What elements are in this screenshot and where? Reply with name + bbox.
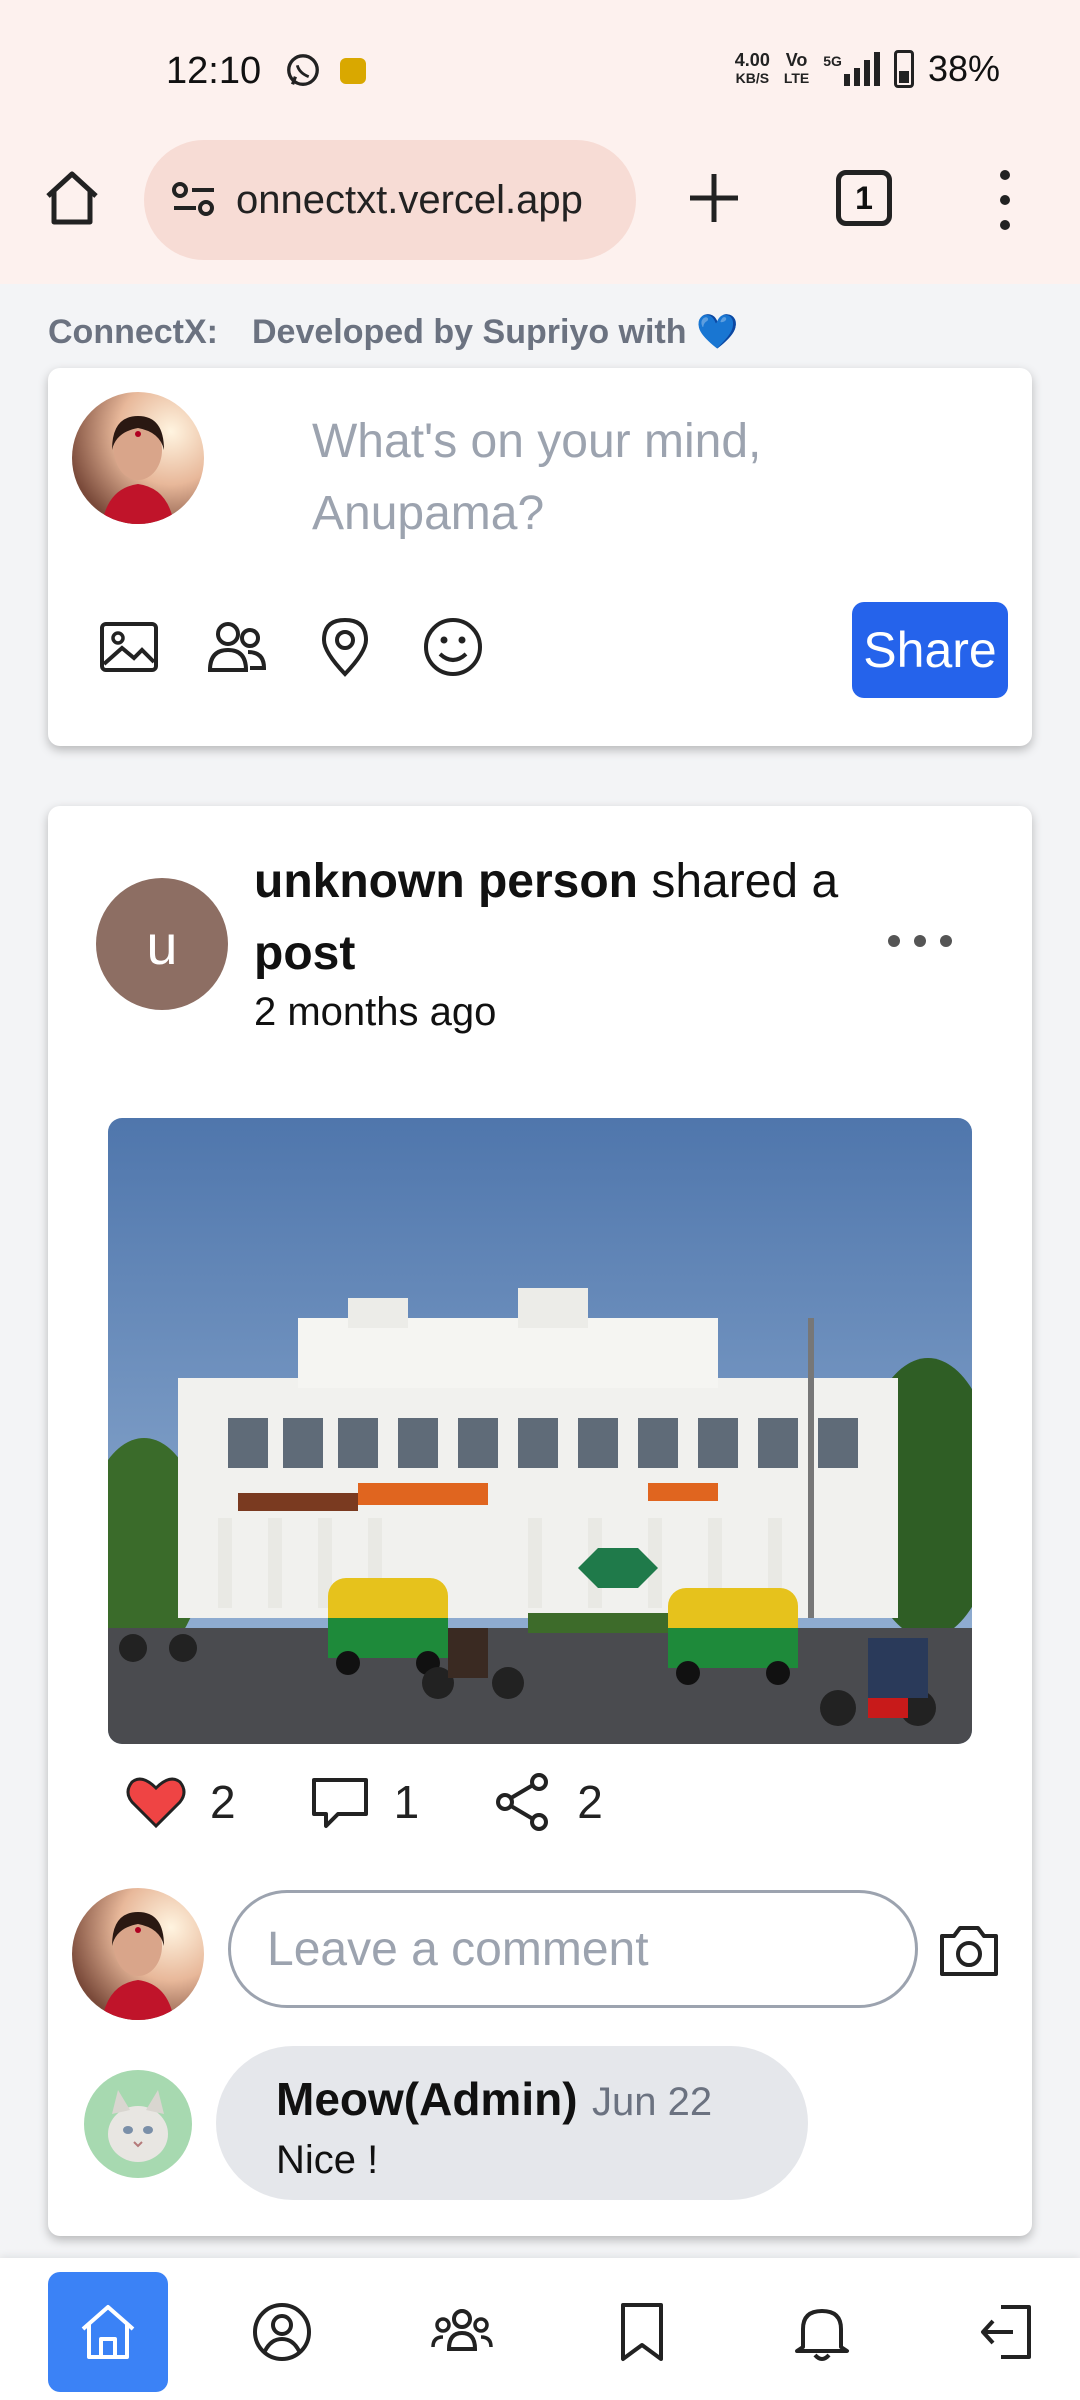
tab-switcher-button[interactable]: 1 [836,170,892,226]
nav-bookmarks[interactable] [582,2272,702,2392]
comment-date: Jun 22 [591,2080,713,2124]
post-image[interactable] [108,1118,972,1744]
emoji-icon[interactable] [420,614,486,680]
notifications-icon [795,2309,849,2361]
logout-icon [981,2305,1031,2359]
like-button[interactable]: 2 [124,1770,236,1834]
battery-icon [893,50,914,88]
camera-icon[interactable] [936,1920,1002,1980]
like-count: 2 [210,1776,236,1828]
post-input[interactable]: What's on your mind, Anupama? [312,406,892,550]
share-post-button[interactable]: 2 [491,1770,603,1834]
comment-bubble: Meow(Admin) Jun 22 Nice ! [216,2046,808,2200]
comment-count: 1 [393,1776,420,1828]
address-bar[interactable]: onnectxt.vercel.app [144,140,636,260]
url-text: onnectxt.vercel.app [236,177,583,222]
post-card: u unknown person shared a post 2 months … [48,806,1032,2236]
more-options-icon[interactable] [888,926,952,956]
commenter-name[interactable]: Meow(Admin) [276,2073,578,2125]
comment-button[interactable]: 1 [308,1770,420,1834]
heart-icon [126,1777,186,1829]
browser-toolbar: onnectxt.vercel.app 1 [0,140,1080,284]
post-header: unknown person shared a post [254,846,874,990]
bookmark-icon [621,2303,663,2361]
nav-home[interactable] [48,2272,168,2392]
post-action: shared a [651,855,839,908]
nav-friends[interactable] [402,2272,522,2392]
new-tab-icon[interactable] [684,168,744,228]
nav-profile[interactable] [222,2272,342,2392]
friends-icon [431,2309,493,2351]
site-settings-icon[interactable] [168,174,220,226]
whatsapp-icon [287,54,319,86]
bottom-nav [0,2258,1080,2400]
post-author[interactable]: unknown person [254,855,638,908]
location-icon[interactable] [312,614,378,680]
share-button[interactable]: Share [852,602,1008,698]
share-count: 2 [577,1776,603,1828]
avatar[interactable] [72,1888,204,2020]
tag-people-icon[interactable] [204,614,270,680]
more-options-icon[interactable] [990,170,1020,230]
comment-icon [311,1778,368,1828]
building-photo [108,1118,972,1744]
nav-notifications[interactable] [762,2272,882,2392]
home-icon[interactable] [40,166,104,230]
signal-icon: 5G [823,52,880,86]
avatar[interactable] [72,392,204,524]
image-icon[interactable] [96,614,162,680]
status-bar: 12:10 4.00 KB/S Vo LTE 5G 38% [0,0,1080,140]
app-notification-icon [340,58,366,84]
status-indicators: 4.00 KB/S Vo LTE 5G 38% [735,48,1000,90]
post-reactions: 2 1 2 [124,1770,675,1834]
avatar[interactable]: u [96,878,228,1010]
post-composer: What's on your mind, Anupama? Share [48,368,1032,746]
comment-input[interactable]: Leave a comment [228,1890,918,2008]
tagline: Developed by Supriyo with 💙 [252,313,739,351]
volte-indicator: Vo LTE [783,50,810,86]
network-speed: 4.00 KB/S [734,50,770,86]
post-type: post [254,927,356,980]
commenter-avatar[interactable] [84,2070,192,2178]
comment-text: Nice ! [276,2138,379,2182]
composer-tools [96,614,486,680]
battery-percent: 38% [927,48,1000,89]
brand-name: ConnectX: [48,313,218,351]
profile-icon [253,2303,311,2361]
home-icon [81,2305,135,2359]
nav-logout[interactable] [946,2272,1066,2392]
app-header: ConnectX: Developed by Supriyo with 💙 [48,312,738,352]
status-time: 12:10 [166,50,262,92]
share-icon [496,1773,549,1831]
post-timestamp: 2 months ago [254,990,497,1034]
